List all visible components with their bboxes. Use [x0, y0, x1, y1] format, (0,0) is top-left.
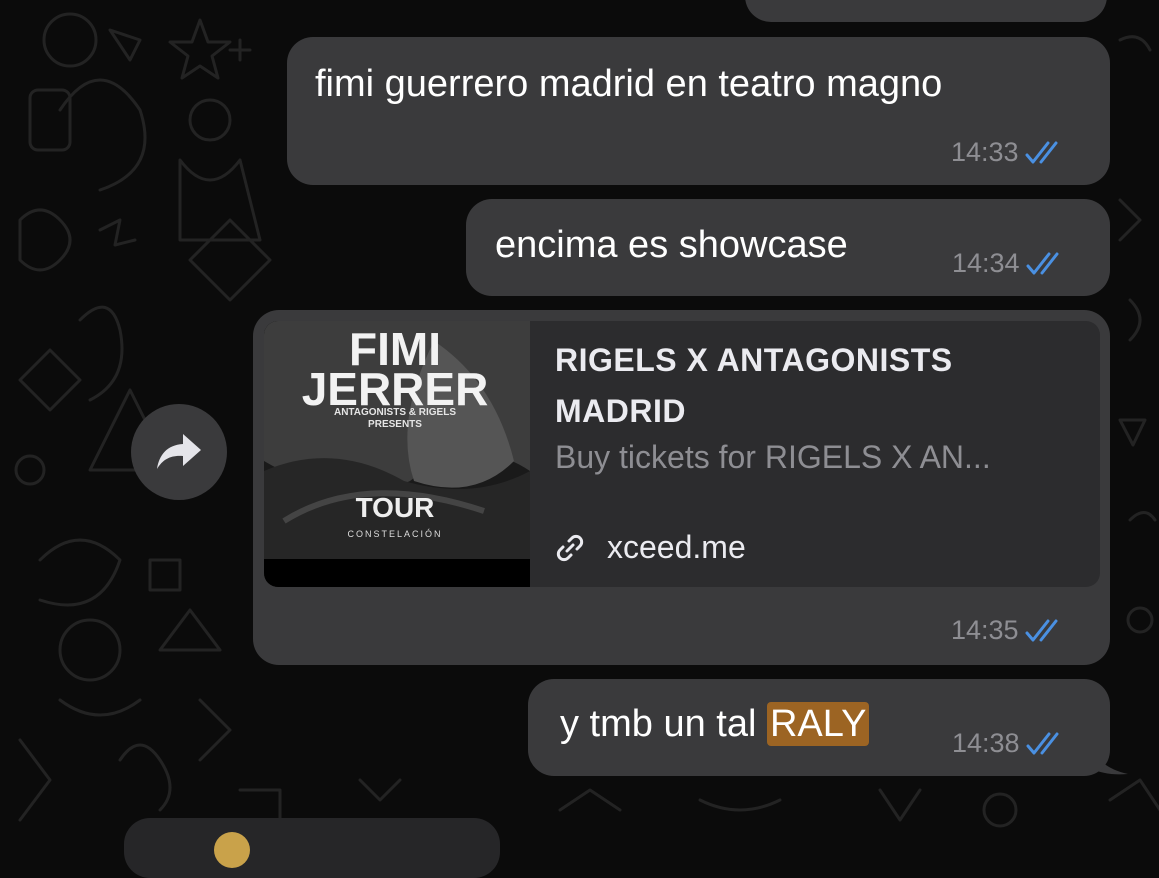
link-title-line1: RIGELS X ANTAGONISTS — [555, 342, 953, 378]
double-check-read-icon — [1025, 619, 1058, 641]
link-domain: xceed.me — [607, 529, 746, 565]
message-time: 14:34 — [952, 248, 1020, 278]
poster-image: FIMI JERRER ANTAGONISTS & RIGELS PRESENT… — [264, 321, 530, 587]
poster-presenters2: PRESENTS — [368, 419, 422, 430]
link-url-row[interactable]: xceed.me — [555, 529, 746, 566]
link-thumbnail: FIMI JERRER ANTAGONISTS & RIGELS PRESENT… — [264, 321, 530, 587]
message-meta: 14:33 — [951, 139, 1065, 166]
double-check-read-icon — [1026, 732, 1059, 754]
message-bubble-outgoing[interactable]: fimi guerrero madrid en teatro magno 14:… — [287, 37, 1110, 185]
message-text: y tmb un tal RALY — [560, 702, 870, 746]
message-time: 14:38 — [952, 728, 1020, 758]
forward-button[interactable] — [131, 404, 227, 500]
message-bubble-outgoing[interactable]: encima es showcase 14:34 — [466, 199, 1110, 296]
emoji-icon — [214, 832, 250, 868]
link-description: Buy tickets for RIGELS X AN... — [555, 439, 991, 475]
previous-message-bubble — [745, 0, 1107, 22]
poster-tour: TOUR — [356, 492, 435, 523]
message-bubble-outgoing[interactable]: y tmb un tal RALY 14:38 — [528, 679, 1110, 776]
message-time: 14:35 — [951, 615, 1019, 645]
share-arrow-icon — [157, 434, 201, 469]
incoming-message-bubble[interactable] — [124, 818, 500, 878]
message-text: fimi guerrero madrid en teatro magno — [315, 63, 943, 105]
search-highlight: RALY — [766, 702, 870, 746]
message-time: 14:33 — [951, 137, 1019, 167]
double-check-read-icon — [1026, 252, 1059, 274]
poster-presenters1: ANTAGONISTS & RIGELS — [334, 407, 456, 418]
poster-subtitle: CONSTELACIÓN — [347, 529, 442, 539]
message-meta: 14:34 — [952, 250, 1066, 277]
message-text-part: y tmb un tal — [560, 703, 767, 745]
link-title-line2: MADRID — [555, 393, 686, 429]
link-title: RIGELS X ANTAGONISTS MADRID — [555, 335, 953, 437]
message-meta: 14:38 — [952, 730, 1066, 757]
message-meta: 14:35 — [951, 617, 1065, 644]
message-text: encima es showcase — [495, 224, 848, 266]
double-check-read-icon — [1025, 141, 1058, 163]
link-preview-card[interactable]: FIMI JERRER ANTAGONISTS & RIGELS PRESENT… — [264, 321, 1100, 587]
sender-name-fragment — [148, 836, 208, 856]
link-chain-icon — [556, 534, 584, 561]
